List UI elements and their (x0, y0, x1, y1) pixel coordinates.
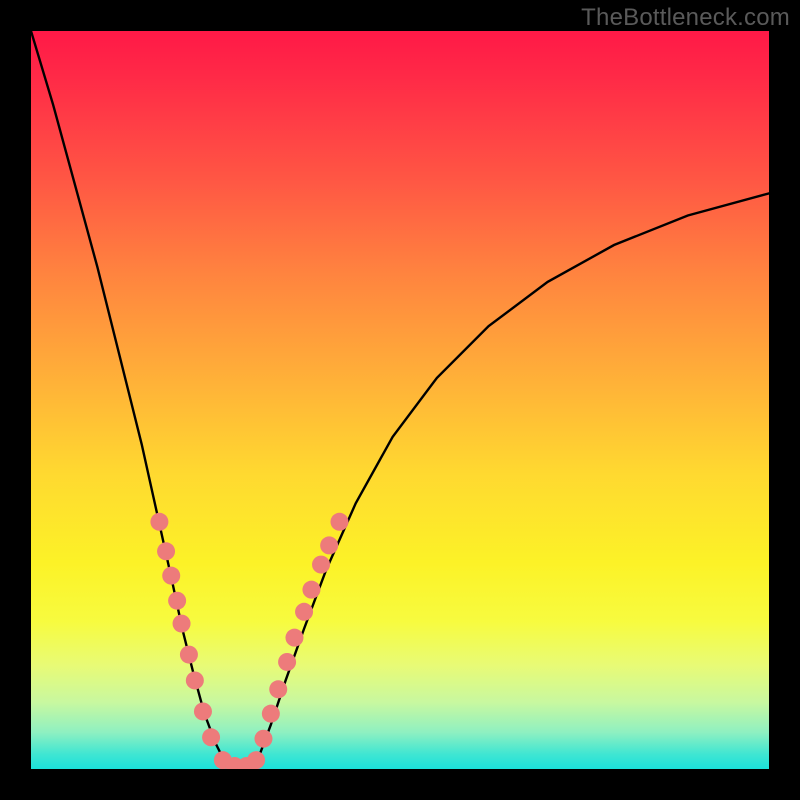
bottleneck-curve (31, 31, 769, 769)
curve-marker (254, 730, 272, 748)
curve-marker (168, 592, 186, 610)
curve-marker (150, 513, 168, 531)
chart-stage: TheBottleneck.com (0, 0, 800, 800)
curve-marker (157, 542, 175, 560)
curve-marker (162, 567, 180, 585)
curve-marker (278, 653, 296, 671)
curve-marker (262, 705, 280, 723)
curve-marker (180, 646, 198, 664)
curve-marker (173, 615, 191, 633)
curve-marker (247, 751, 265, 769)
curve-marker (330, 513, 348, 531)
curve-marker (302, 581, 320, 599)
curve-markers (150, 513, 348, 769)
curve-marker (312, 556, 330, 574)
plot-area (31, 31, 769, 769)
curve-marker (320, 536, 338, 554)
curve-marker (194, 702, 212, 720)
curve-marker (269, 680, 287, 698)
curve-marker (202, 728, 220, 746)
curve-marker (285, 629, 303, 647)
curve-marker (186, 671, 204, 689)
curve-layer (31, 31, 769, 769)
curve-marker (295, 603, 313, 621)
watermark-text: TheBottleneck.com (581, 4, 790, 32)
